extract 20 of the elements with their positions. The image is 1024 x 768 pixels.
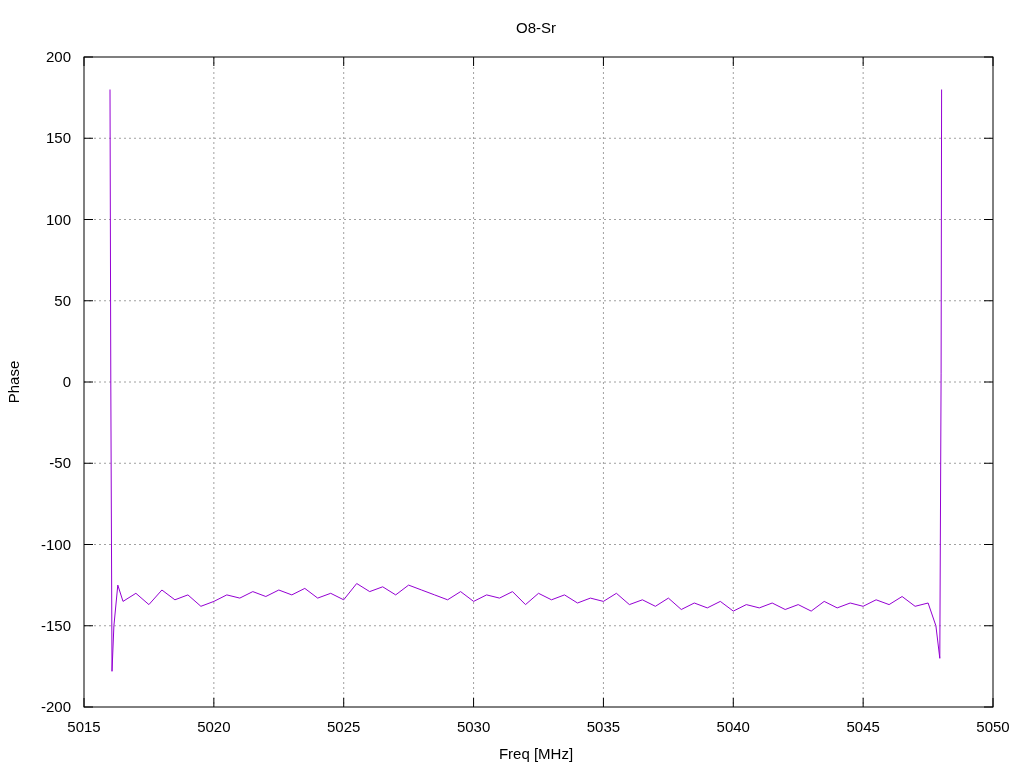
y-tick-label: 100 — [45, 210, 71, 228]
y-axis-title: Phase — [5, 360, 22, 404]
x-tick-label: 5025 — [327, 718, 361, 735]
y-tick-label: -50 — [49, 454, 71, 472]
x-tick-label: 5040 — [716, 718, 750, 735]
y-tick-label: 50 — [54, 291, 71, 309]
y-tick-label: 200 — [45, 48, 71, 65]
x-tick-label: 5020 — [197, 718, 231, 735]
x-tick-label: 5035 — [586, 718, 621, 735]
y-tick-label: 150 — [45, 129, 71, 147]
y-tick-label: -150 — [40, 616, 71, 634]
x-tick-label: 5045 — [846, 718, 880, 735]
x-axis-title: Freq [MHz] — [498, 745, 574, 762]
x-tick-label: 5015 — [67, 718, 101, 735]
x-tick-label: 5030 — [456, 718, 491, 735]
y-tick-label: -100 — [40, 535, 71, 553]
x-tick-label: 5050 — [976, 718, 1010, 735]
chart-title: O8-Sr — [516, 19, 556, 36]
y-tick-label: -200 — [40, 698, 71, 715]
y-tick-label: 0 — [62, 373, 71, 390]
